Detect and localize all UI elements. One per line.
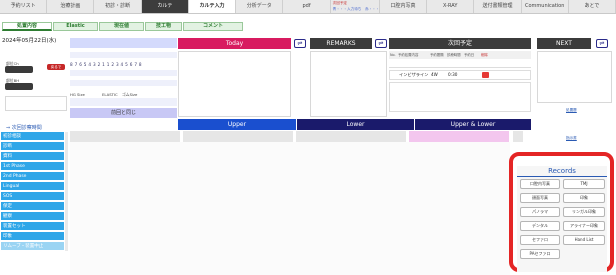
part-ch-field[interactable] xyxy=(5,66,33,73)
tab-xray[interactable]: X-RAY xyxy=(427,0,475,13)
instruction-link[interactable]: 指示書 xyxy=(566,136,577,141)
sidebar-item-materials[interactable]: 資料 xyxy=(1,152,64,161)
tab-later[interactable]: あとで xyxy=(569,0,616,13)
grid-col-header-1 xyxy=(70,131,180,142)
sidebar-item-1st-phase[interactable]: 1st Phase xyxy=(1,162,64,171)
part-bh-field[interactable] xyxy=(5,83,33,90)
visit-date: 2024年05月22日(水) xyxy=(2,38,57,44)
records-tmj-button[interactable]: TMJ xyxy=(563,179,605,189)
sidebar-item-impression[interactable]: 印象 xyxy=(1,232,64,241)
tab-reservation-list[interactable]: 予約リスト xyxy=(0,0,48,13)
sidebar-item-remove[interactable]: リムーブ・装置中止 xyxy=(1,242,64,251)
col-procedure: 予約処置内容 xyxy=(398,53,419,57)
tab-treatment-plan[interactable]: 治療計画 xyxy=(47,0,95,13)
row-no xyxy=(390,71,399,79)
tooth-header-bar xyxy=(70,38,177,48)
subtab-lab-work[interactable]: 技工物 xyxy=(145,22,182,31)
next-header: NEXT xyxy=(537,38,591,49)
elastic-label: ELASTIC xyxy=(102,92,118,97)
sidebar-item-lingual[interactable]: Lingual xyxy=(1,182,64,191)
plan-table-header: No. 予約処置内容 予約間隔 診療時間 予約日 削除 xyxy=(389,51,531,59)
tab-chart[interactable]: カルテ xyxy=(141,0,189,13)
grid-col-header-3 xyxy=(296,131,406,142)
lower-header[interactable]: Lower xyxy=(297,119,414,130)
remarks-edit-icon[interactable]: ⇌ xyxy=(375,39,387,48)
tooth-row-lower2[interactable] xyxy=(70,80,177,86)
today-textarea[interactable] xyxy=(178,51,291,117)
next-plan-memo: 次回予定 青・・・入力待ち 赤・・・編集中 xyxy=(331,0,380,13)
row-duration: 0:30 xyxy=(448,72,458,77)
tab-pdf[interactable]: pdf xyxy=(283,0,331,13)
records-impression-button[interactable]: 印象 xyxy=(563,193,605,203)
remarks-textarea[interactable] xyxy=(310,51,387,117)
col-duration: 診療時間 xyxy=(447,53,461,57)
tooth-row-lower[interactable] xyxy=(70,70,177,76)
grid-col-header-5 xyxy=(513,131,523,142)
records-dental-button[interactable]: デンタル xyxy=(520,221,560,231)
tab-documents[interactable]: 送付書類管理 xyxy=(474,0,522,13)
tooth-numbers: 8 7 6 5 4 3 2 1 1 2 3 4 5 6 7 8 xyxy=(70,62,142,67)
subtab-current-value[interactable]: 現在値 xyxy=(99,22,144,31)
upper-header[interactable]: Upper xyxy=(178,119,296,130)
records-face-photo-button[interactable]: 顔面写真 xyxy=(520,193,560,203)
tab-initial-diagnosis[interactable]: 初診・診断 xyxy=(94,0,142,13)
records-hand-list-button[interactable]: Hand List xyxy=(563,235,605,245)
subtab-treatment[interactable]: 処置内容 xyxy=(2,22,52,31)
sidebar-item-sos[interactable]: SOS xyxy=(1,192,64,201)
col-date: 予約日 xyxy=(464,53,475,57)
records-lingual-impression-button[interactable]: リンガル印象 xyxy=(563,207,605,217)
grid-col-header-2 xyxy=(183,131,293,142)
same-as-previous-button[interactable]: 前回と同じ xyxy=(70,108,177,118)
records-title: Records xyxy=(517,166,607,177)
subtab-elastic[interactable]: Elastic xyxy=(53,22,98,31)
records-intraoral-photo-button[interactable]: 口腔内写真 xyxy=(520,179,560,189)
col-no: No. xyxy=(390,53,396,57)
row-interval: 4W xyxy=(431,72,438,77)
col-interval: 予約間隔 xyxy=(430,53,444,57)
sidebar-item-appliance-set[interactable]: 装置セット xyxy=(1,222,64,231)
next-textarea[interactable] xyxy=(537,51,612,103)
size-input-row[interactable] xyxy=(70,98,177,106)
col-delete: 削除 xyxy=(481,53,488,57)
today-header: Today xyxy=(178,38,291,49)
sidebar-item-2nd-phase[interactable]: 2nd Phase xyxy=(1,172,64,181)
next-edit-icon[interactable]: ⇌ xyxy=(596,39,608,48)
sidebar-item-diagnosis[interactable]: 診断 xyxy=(1,142,64,151)
today-edit-icon[interactable]: ⇌ xyxy=(294,39,306,48)
records-pa-cephalo-button[interactable]: PAセファロ xyxy=(520,249,560,259)
return-button[interactable]: 戻るで xyxy=(47,64,65,70)
hg-size-label: HG Size xyxy=(70,92,85,97)
remarks-header: REMARKS xyxy=(310,38,372,49)
upper-lower-header[interactable]: Upper & Lower xyxy=(415,119,531,130)
tab-chart-input[interactable]: カルテ入力 xyxy=(188,0,237,13)
memo-line2: 青・・・入力待ち 赤・・・編集中 xyxy=(332,6,380,11)
next-plan-header: 次回予定 xyxy=(389,38,531,49)
row-date xyxy=(465,71,482,79)
tab-intraoral-photo[interactable]: 口腔内写真 xyxy=(380,0,428,13)
sidebar-item-retention[interactable]: 保定 xyxy=(1,202,64,211)
grid-body[interactable] xyxy=(70,142,510,275)
sidebar-scrollbar[interactable] xyxy=(65,132,68,251)
records-panorama-button[interactable]: パノラマ xyxy=(520,207,560,217)
tooth-row-upper[interactable] xyxy=(70,52,177,58)
records-cephalo-button[interactable]: セファロ xyxy=(520,235,560,245)
tab-analysis-data[interactable]: 分析データ xyxy=(236,0,284,13)
treatment-history-link[interactable]: 処置履 xyxy=(566,108,577,113)
sidebar-title: ⇒ 次回診察時間 xyxy=(6,125,42,131)
plan-table-row[interactable]: インビザライン 4W 0:30 xyxy=(389,70,531,80)
plan-table-empty-row[interactable] xyxy=(389,60,531,68)
tab-communication[interactable]: Communication xyxy=(522,0,569,13)
sidebar-item-observation[interactable]: 観察 xyxy=(1,212,64,221)
plan-table-body[interactable] xyxy=(389,82,531,112)
records-aligner-impression-button[interactable]: アライナー印象 xyxy=(563,221,605,231)
grid-col-header-4 xyxy=(409,131,509,142)
delete-row-icon[interactable] xyxy=(482,72,489,78)
subtab-comment[interactable]: コメント xyxy=(183,22,243,31)
left-notes-box[interactable] xyxy=(5,96,67,111)
sidebar-item-initial-consult[interactable]: 初診相談 xyxy=(1,132,64,141)
row-procedure: インビザライン xyxy=(399,72,429,77)
top-nav: 予約リスト 治療計画 初診・診断 カルテ カルテ入力 分析データ pdf 次回予… xyxy=(0,0,616,14)
